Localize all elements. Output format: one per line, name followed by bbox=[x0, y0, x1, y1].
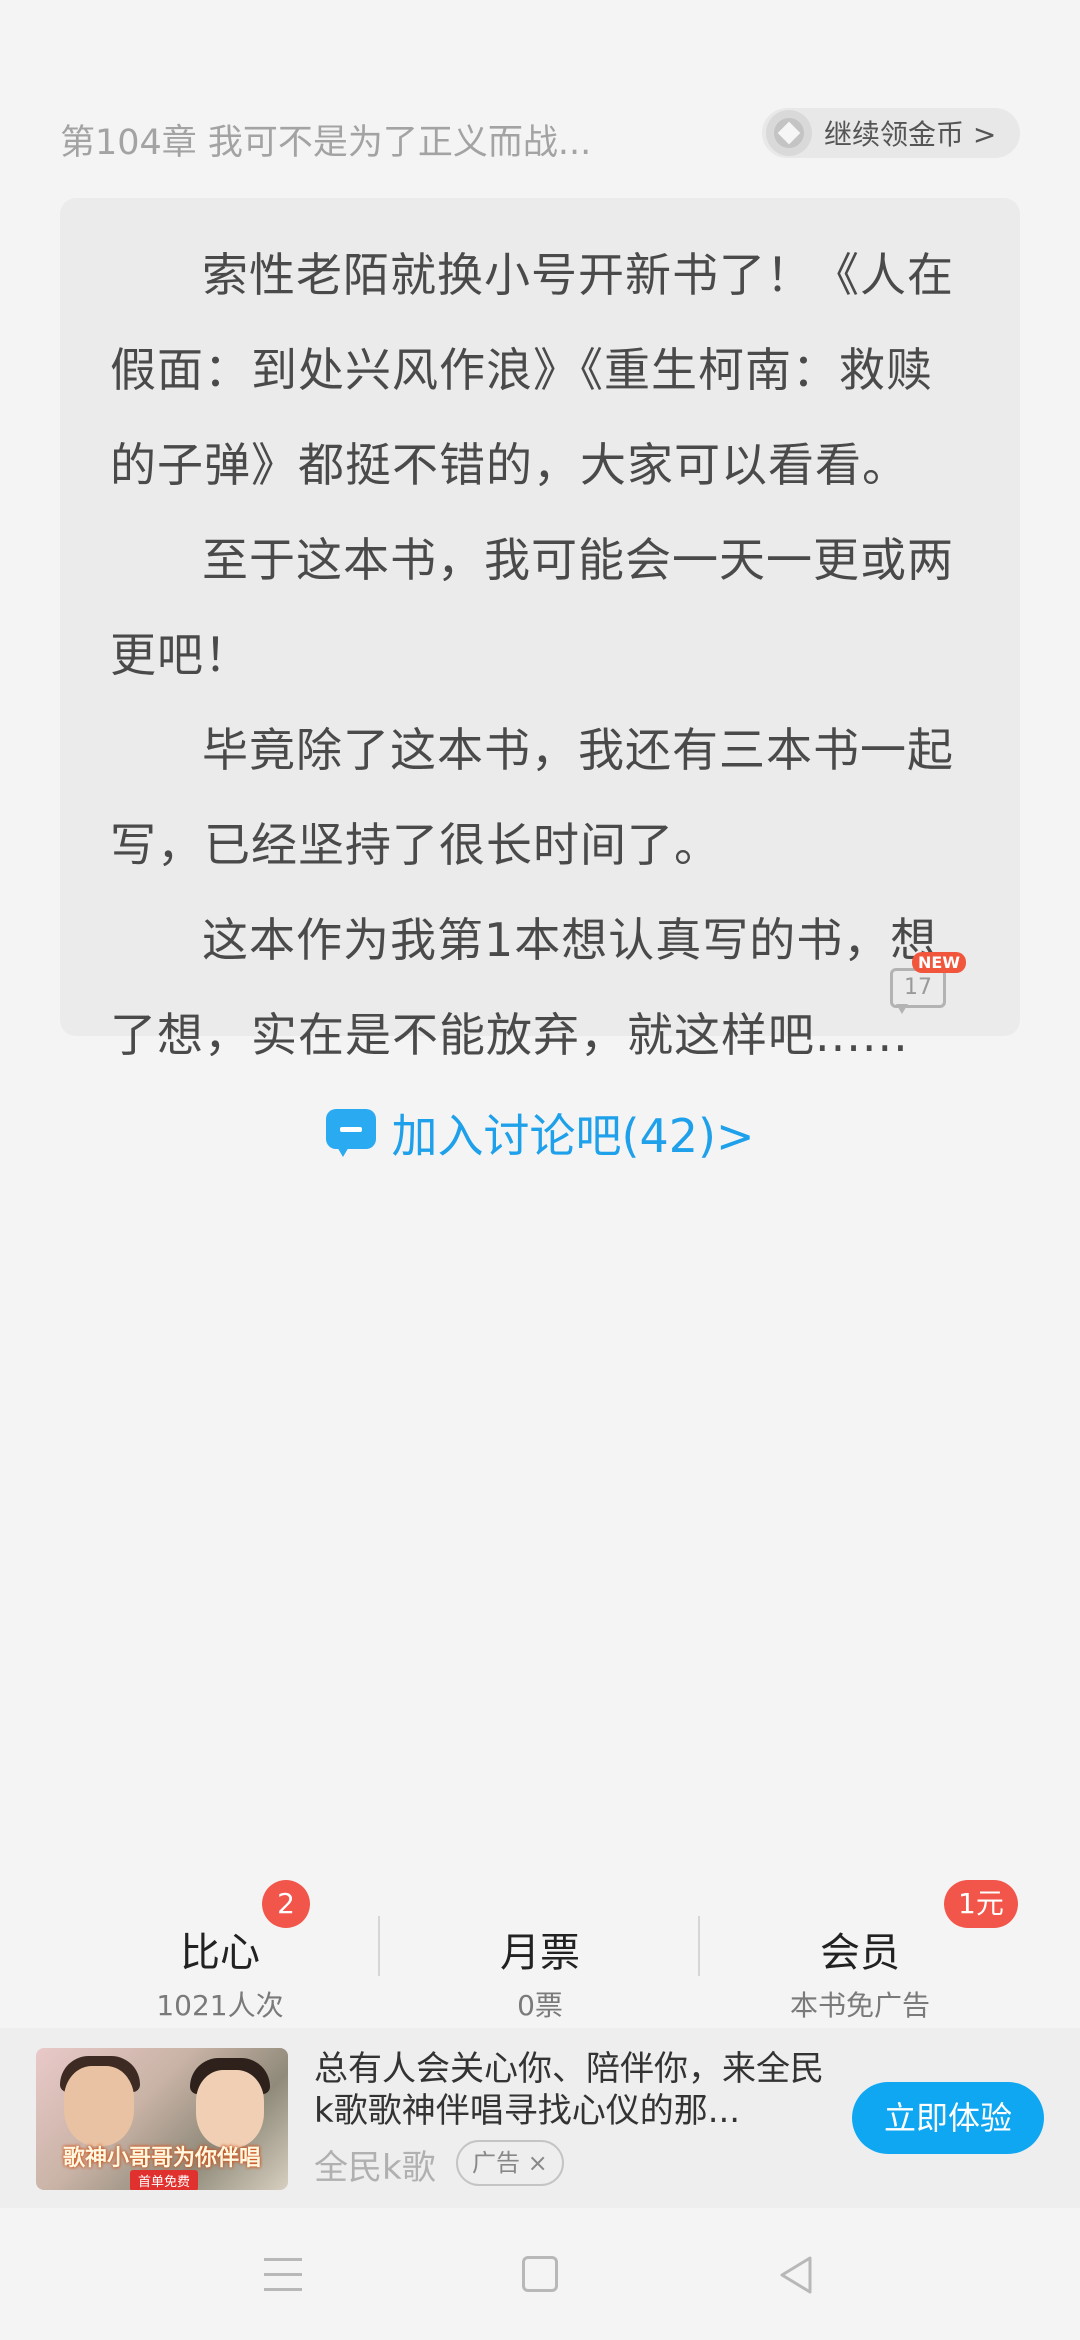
bixin-badge: 2 bbox=[262, 1880, 310, 1928]
member-button[interactable]: 会员 本书免广告 bbox=[700, 1920, 1020, 2024]
author-note-card: 索性老陌就换小号开新书了！《人在假面：到处兴风作浪》《重生柯南：救赎的子弹》都挺… bbox=[60, 198, 1020, 1062]
bixin-button[interactable]: 比心 1021人次 bbox=[60, 1920, 380, 2024]
ad-thumb-sub: 首单免费 bbox=[130, 2170, 199, 2190]
monthly-ticket-label: 月票 bbox=[500, 1930, 580, 1976]
coin-icon bbox=[766, 110, 812, 156]
new-badge: NEW bbox=[912, 952, 966, 973]
ad-cta-button[interactable]: 立即体验 bbox=[852, 2082, 1044, 2154]
member-sub: 本书免广告 bbox=[789, 1989, 930, 2022]
back-icon[interactable] bbox=[776, 2254, 816, 2296]
home-icon[interactable] bbox=[522, 2256, 558, 2292]
ad-close-tag[interactable]: 广告 × bbox=[456, 2140, 564, 2186]
menu-icon[interactable] bbox=[264, 2258, 302, 2292]
ad-banner[interactable]: 歌神小哥哥为你伴唱 首单免费 总有人会关心你、陪伴你，来全民k歌歌神伴唱寻找心仪… bbox=[0, 2028, 1080, 2208]
coin-button-label: 继续领金币 > bbox=[824, 118, 997, 151]
support-stats-row: 比心 1021人次 2 月票 0票 会员 本书免广告 1元 bbox=[0, 1880, 1080, 2022]
bixin-label: 比心 bbox=[180, 1930, 260, 1976]
chat-icon bbox=[325, 1109, 376, 1157]
member-price-badge: 1元 bbox=[944, 1880, 1018, 1928]
ad-source: 全民k歌 bbox=[314, 2148, 436, 2188]
ad-thumb-caption: 歌神小哥哥为你伴唱 bbox=[62, 2146, 261, 2171]
author-note-paragraph: 至于这本书，我可能会一天一更或两更吧！ bbox=[110, 533, 954, 682]
join-discussion-label: 加入讨论吧(42)> bbox=[391, 1109, 755, 1163]
bixin-count: 1021人次 bbox=[156, 1989, 284, 2022]
comment-count: 17 bbox=[890, 968, 946, 1008]
author-note-paragraph: 索性老陌就换小号开新书了！《人在假面：到处兴风作浪》《重生柯南：救赎的子弹》都挺… bbox=[110, 248, 954, 492]
monthly-ticket-count: 0票 bbox=[517, 1989, 563, 2022]
discussion-section: 加入讨论吧(42)> bbox=[0, 1100, 1080, 1166]
chapter-title: 第104章 我可不是为了正义而战... bbox=[60, 123, 592, 163]
chapter-header: 第104章 我可不是为了正义而战... 继续领金币 > bbox=[60, 108, 1020, 164]
paragraph-comment-button[interactable]: 17 NEW bbox=[890, 952, 966, 1014]
monthly-ticket-button[interactable]: 月票 0票 bbox=[380, 1920, 700, 2024]
system-nav-bar bbox=[0, 2208, 1080, 2340]
ad-description: 总有人会关心你、陪伴你，来全民k歌歌神伴唱寻找心仪的那... bbox=[314, 2049, 824, 2131]
join-discussion-link[interactable]: 加入讨论吧(42)> bbox=[325, 1100, 755, 1166]
author-note-paragraph: 毕竟除了这本书，我还有三本书一起写，已经坚持了很长时间了。 bbox=[110, 723, 954, 872]
comment-bubble-icon bbox=[896, 1004, 908, 1014]
continue-coins-button[interactable]: 继续领金币 > bbox=[762, 108, 1020, 158]
ad-thumbnail[interactable]: 歌神小哥哥为你伴唱 首单免费 bbox=[36, 2048, 288, 2190]
author-note-paragraph: 这本作为我第1本想认真写的书，想了想，实在是不能放弃，就这样吧...... bbox=[110, 913, 938, 1062]
member-label: 会员 bbox=[820, 1930, 900, 1976]
